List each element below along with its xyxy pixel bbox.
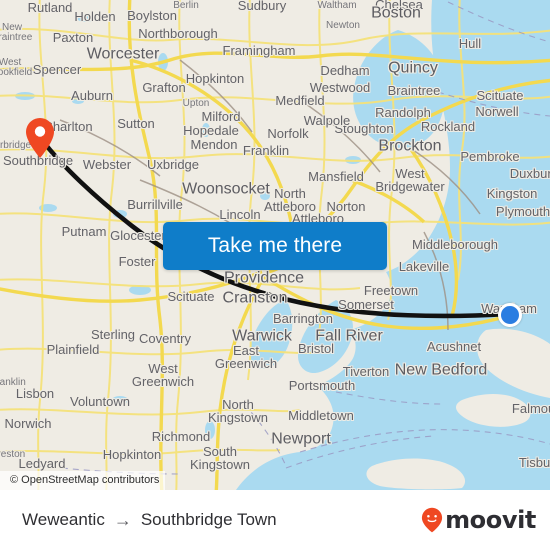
map-attribution[interactable]: © OpenStreetMap contributors	[0, 471, 166, 490]
transit-route-map-page: NewBraintreeRutlandHoldenBoylstonBerlinS…	[0, 0, 550, 550]
route-origin-label: Weweantic	[22, 510, 105, 529]
destination-pin[interactable]	[25, 117, 55, 159]
moovit-pin-icon	[421, 507, 443, 533]
footer-bar: Weweantic → Southbridge Town moovit	[0, 490, 550, 550]
moovit-wordmark: moovit	[445, 506, 536, 534]
moovit-logo[interactable]: moovit	[421, 506, 536, 534]
take-me-there-button[interactable]: Take me there	[163, 222, 387, 270]
arrow-right-icon: →	[113, 510, 132, 530]
map-pin-icon	[26, 118, 54, 158]
route-destination-label: Southbridge Town	[140, 510, 277, 529]
origin-dot[interactable]	[498, 303, 522, 327]
route-summary: Weweantic → Southbridge Town	[22, 510, 277, 530]
